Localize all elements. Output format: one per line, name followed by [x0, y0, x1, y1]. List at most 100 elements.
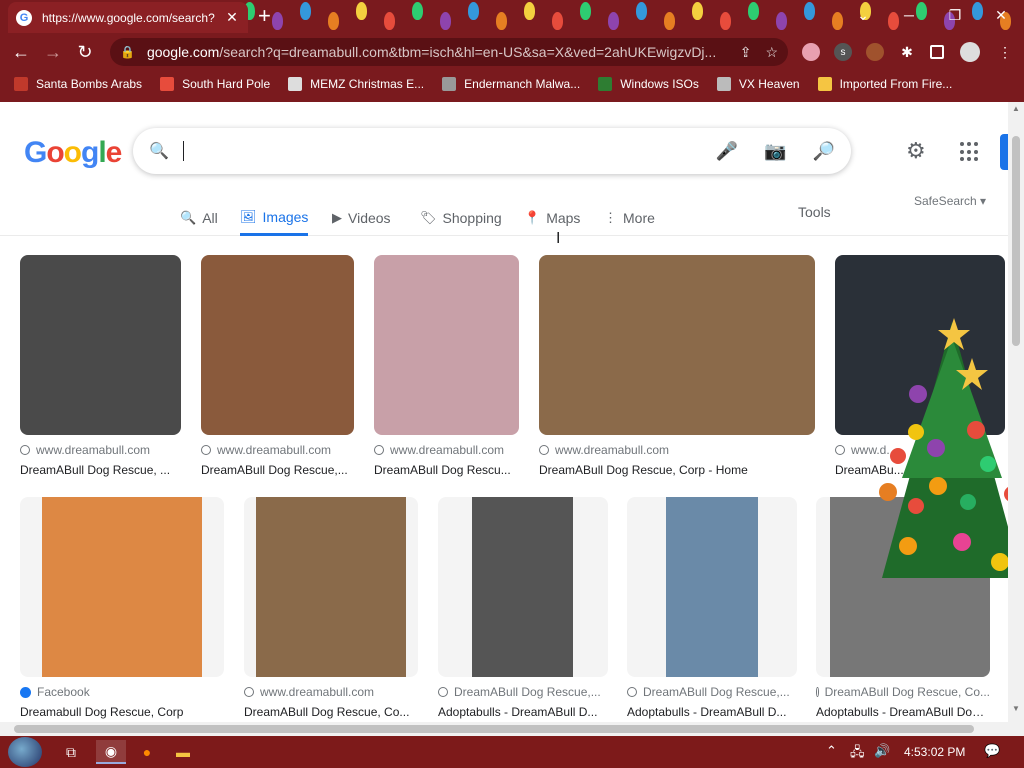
image-thumbnail[interactable]	[244, 497, 418, 677]
reload-icon[interactable]: ↻	[72, 40, 98, 64]
result-title[interactable]: Dreamabull Dog Rescue, Corp	[20, 705, 224, 719]
lock-icon: 🔒	[120, 45, 135, 59]
result-source[interactable]: www.dreamabull.com	[201, 443, 354, 457]
horizontal-scrollbar-thumb[interactable]	[14, 725, 974, 733]
file-explorer-icon[interactable]: ▬	[168, 740, 198, 764]
tab-more-icon: ⋮	[604, 210, 617, 225]
microphone-icon[interactable]: 🎤	[716, 141, 738, 162]
tab-more[interactable]: ⋮ More	[604, 200, 655, 236]
tab-videos[interactable]: ▶ Videos	[332, 200, 391, 236]
close-window-button[interactable]: ✕	[978, 0, 1024, 30]
tab-all[interactable]: 🔍 All	[180, 200, 218, 236]
image-thumbnail[interactable]	[539, 255, 815, 435]
image-thumbnail[interactable]	[20, 255, 181, 435]
result-source[interactable]: Facebook	[20, 685, 224, 699]
network-icon[interactable]: 🖧	[850, 743, 865, 765]
source-label: www.dreamabull.com	[217, 443, 332, 457]
tab-close-icon[interactable]: ✕	[224, 9, 240, 26]
result-source[interactable]: DreamABull Dog Rescue,...	[438, 685, 608, 699]
extension-s-icon[interactable]: s	[834, 43, 852, 61]
result-title[interactable]: Adoptabulls - DreamABull D...	[438, 705, 608, 719]
settings-gear-icon[interactable]: ⚙	[906, 138, 926, 164]
light-bulb-decoration	[748, 2, 759, 20]
firefox-taskbar-icon[interactable]: ●	[132, 740, 162, 764]
notifications-icon[interactable]: 💬	[984, 743, 1000, 759]
source-label: DreamABull Dog Rescue, Co...	[824, 685, 990, 699]
image-thumbnail[interactable]	[438, 497, 608, 677]
result-title[interactable]: DreamABull Dog Rescue, Co...	[244, 705, 418, 719]
result-source[interactable]: www.dreamabull.com	[244, 685, 418, 699]
sign-in-button[interactable]	[1000, 134, 1008, 170]
share-icon[interactable]: ⇪	[740, 44, 752, 61]
url-text[interactable]: google.com/search?q=dreamabull.com&tbm=i…	[147, 44, 726, 60]
google-favicon-icon: G	[16, 9, 32, 26]
tools-button[interactable]: Tools	[798, 204, 831, 220]
start-button[interactable]	[8, 737, 42, 767]
scrollbar-thumb[interactable]	[1012, 136, 1020, 346]
scroll-up-icon[interactable]: ▲	[1012, 104, 1020, 113]
search-submit-icon[interactable]: 🔎	[813, 141, 835, 162]
bookmark-item[interactable]: MEMZ Christmas E...	[288, 77, 424, 91]
horizontal-scrollbar[interactable]	[0, 722, 1008, 736]
safesearch-dropdown[interactable]: SafeSearch ▾	[914, 194, 986, 208]
tab-search-button[interactable]: ⌄	[840, 0, 886, 30]
tab-maps[interactable]: 📍 Maps	[524, 200, 580, 236]
image-thumbnail[interactable]	[374, 255, 519, 435]
scroll-down-icon[interactable]: ▼	[1012, 704, 1020, 713]
browser-tab[interactable]: G https://www.google.com/search? ✕	[8, 2, 248, 33]
restore-button[interactable]: ❐	[932, 0, 978, 30]
back-icon[interactable]: ←	[8, 40, 34, 64]
image-thumbnail[interactable]	[627, 497, 797, 677]
image-thumbnail[interactable]	[20, 497, 224, 677]
result-source[interactable]: www.dreamabull.com	[374, 443, 519, 457]
extension-flag-icon[interactable]	[802, 43, 820, 61]
result-source[interactable]: www.dreamabull.com	[20, 443, 181, 457]
result-title[interactable]: DreamABull Dog Rescue, Corp - Home	[539, 463, 815, 477]
chrome-menu-icon[interactable]: ⋮	[996, 43, 1014, 61]
minimize-button[interactable]: ─	[886, 0, 932, 30]
globe-icon	[627, 687, 637, 697]
bookmark-star-icon[interactable]: ☆	[765, 44, 778, 61]
result-source[interactable]: www.dreamabull.com	[539, 443, 815, 457]
taskbar-clock[interactable]: 4:53:02 PM	[904, 745, 965, 759]
forward-icon[interactable]: →	[40, 40, 66, 64]
bookmark-item[interactable]: Windows ISOs	[598, 77, 699, 91]
extension-avatar-icon[interactable]	[866, 43, 884, 61]
bookmark-item[interactable]: Imported From Fire...	[817, 77, 952, 91]
image-thumbnail[interactable]	[201, 255, 354, 435]
camera-lens-icon[interactable]: 📷	[764, 141, 786, 162]
task-view-icon[interactable]: ⧉	[56, 740, 86, 764]
extensions-puzzle-icon[interactable]: ✱	[898, 43, 916, 61]
vertical-scrollbar[interactable]: ▲ ▼	[1008, 102, 1024, 736]
new-tab-button[interactable]: +	[258, 4, 271, 28]
bookmark-item[interactable]: VX Heaven	[716, 77, 800, 91]
result-title[interactable]: Adoptabulls - DreamABull D...	[627, 705, 797, 719]
light-bulb-decoration	[804, 2, 815, 20]
result-title[interactable]: DreamABull Dog Rescu...	[374, 463, 519, 477]
tab-images[interactable]: 🖼 Images	[240, 200, 309, 236]
source-label: www.dreamabull.com	[260, 685, 375, 699]
google-logo[interactable]: Google	[24, 136, 122, 170]
bookmark-item[interactable]: Endermanch Malwa...	[442, 77, 580, 91]
side-panel-icon[interactable]	[930, 45, 944, 59]
bookmark-item[interactable]: South Hard Pole	[160, 77, 270, 91]
bookmark-favicon-icon	[160, 77, 175, 91]
result-title[interactable]: Adoptabulls - DreamABull Dog ...	[816, 705, 990, 719]
chrome-taskbar-icon[interactable]: ◉	[96, 740, 126, 764]
bookmark-favicon-icon	[817, 77, 832, 91]
light-bulb-decoration	[384, 12, 395, 30]
tab-videos-icon: ▶	[332, 210, 342, 225]
result-source[interactable]: DreamABull Dog Rescue,...	[627, 685, 797, 699]
address-bar[interactable]: 🔒 google.com/search?q=dreamabull.com&tbm…	[110, 38, 788, 66]
show-hidden-icons-icon[interactable]: ⌃	[826, 743, 837, 759]
bookmark-item[interactable]: Santa Bombs Arabs	[14, 77, 142, 91]
profile-avatar-icon[interactable]	[960, 42, 980, 62]
apps-grid-icon[interactable]	[960, 142, 980, 162]
tab-shopping[interactable]: 🏷 Shopping	[420, 200, 502, 236]
result-source[interactable]: DreamABull Dog Rescue, Co...	[816, 685, 990, 699]
volume-icon[interactable]: 🔊	[874, 743, 890, 759]
search-box[interactable]: 🔍 🎤 📷 🔎	[133, 128, 851, 174]
result-title[interactable]: DreamABull Dog Rescue,...	[201, 463, 354, 477]
google-images-page: Google 🔍 🎤 📷 🔎 ⚙ 🔍 All 🖼 Images ▶ Videos 🏷 Shop…	[0, 102, 1008, 736]
result-title[interactable]: DreamABull Dog Rescue, ...	[20, 463, 181, 477]
